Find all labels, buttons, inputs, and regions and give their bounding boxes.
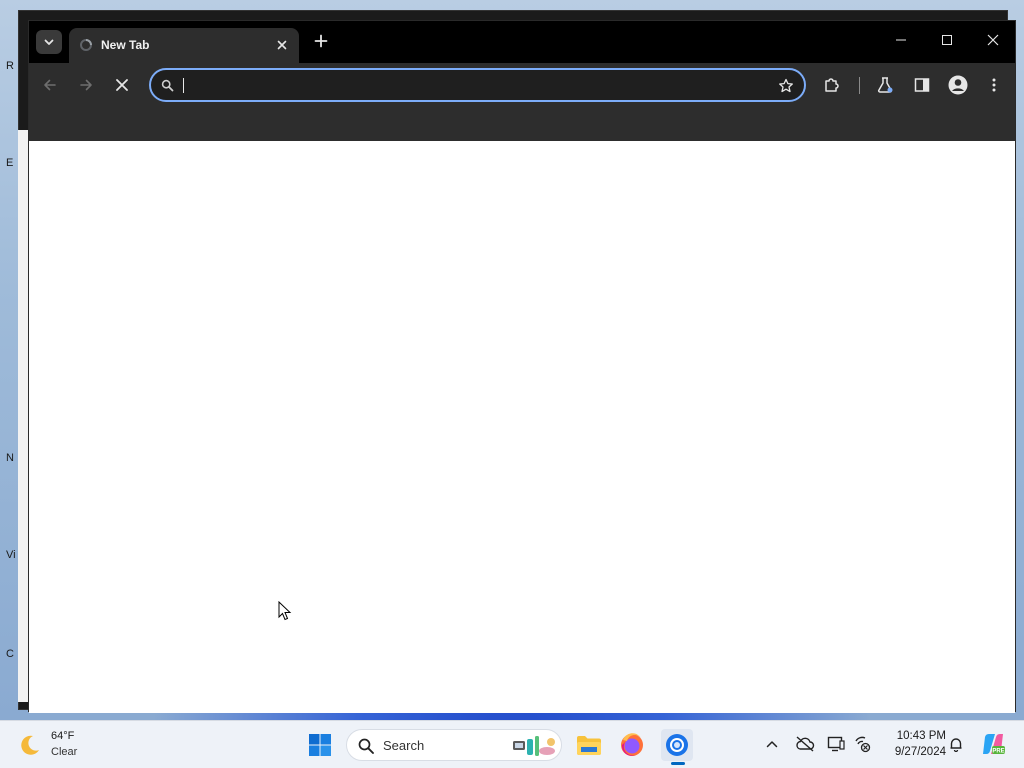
chevron-up-icon bbox=[766, 741, 778, 748]
menu-button[interactable] bbox=[982, 73, 1006, 97]
copilot-button[interactable]: PRE bbox=[980, 731, 1006, 757]
clock-date: 9/27/2024 bbox=[894, 746, 946, 758]
onedrive-offline-button[interactable] bbox=[795, 734, 815, 754]
avatar-icon bbox=[948, 75, 968, 95]
folder-icon bbox=[577, 736, 601, 755]
stop-loading-button[interactable] bbox=[110, 73, 134, 97]
flask-icon bbox=[877, 77, 893, 93]
cloud-off-icon bbox=[796, 736, 815, 752]
firefox-icon bbox=[621, 733, 643, 756]
browser-window: New Tab bbox=[28, 20, 1016, 713]
active-app-indicator bbox=[671, 762, 685, 765]
profile-button[interactable] bbox=[946, 73, 970, 97]
background-window-content bbox=[18, 130, 28, 702]
page-content[interactable] bbox=[29, 141, 1015, 713]
arrow-left-icon bbox=[44, 79, 56, 91]
desktop-icon-label[interactable]: Vi bbox=[6, 549, 16, 561]
network-tray-button[interactable] bbox=[852, 734, 872, 754]
close-icon bbox=[116, 79, 128, 91]
search-icon bbox=[160, 78, 174, 92]
taskbar-search-label: Search bbox=[383, 738, 425, 753]
windows-logo-icon bbox=[309, 734, 331, 756]
close-icon bbox=[987, 34, 999, 46]
tab-search-button[interactable] bbox=[36, 30, 62, 54]
search-highlight-illustration-icon bbox=[513, 736, 555, 756]
puzzle-piece-icon bbox=[825, 78, 839, 92]
more-vert-icon bbox=[992, 78, 996, 92]
copilot-icon: PRE bbox=[983, 733, 1005, 754]
labs-button[interactable] bbox=[873, 73, 897, 97]
monitor-icon bbox=[827, 736, 845, 752]
chevron-down-icon bbox=[44, 39, 54, 45]
crescent-moon-icon bbox=[21, 735, 39, 755]
svg-text:PRE: PRE bbox=[992, 748, 1004, 754]
back-button[interactable] bbox=[38, 73, 62, 97]
browser-toolbar bbox=[29, 63, 1015, 107]
extensions-button[interactable] bbox=[820, 73, 844, 97]
tab-title: New Tab bbox=[101, 38, 150, 52]
taskbar-search-box[interactable]: Search bbox=[346, 729, 562, 761]
plus-icon bbox=[314, 34, 328, 48]
taskbar: 64°F Clear Search 10:43 PM 9/27/2024 PRE bbox=[0, 720, 1024, 768]
system-clock[interactable]: 10:43 PM 9/27/2024 bbox=[880, 728, 946, 760]
bookmark-star-icon[interactable] bbox=[776, 76, 796, 96]
toolbar-separator bbox=[859, 77, 860, 94]
close-window-button[interactable] bbox=[978, 27, 1008, 53]
address-bar[interactable] bbox=[149, 68, 806, 102]
minimize-button[interactable] bbox=[886, 27, 916, 53]
network-disconnected-icon bbox=[855, 736, 871, 753]
taskbar-app-firefox[interactable] bbox=[616, 729, 648, 761]
chrome-icon bbox=[666, 734, 688, 756]
desktop-icon-label[interactable]: R bbox=[6, 60, 14, 72]
taskbar-app-file-explorer[interactable] bbox=[573, 729, 605, 761]
forward-button[interactable] bbox=[74, 73, 98, 97]
title-bar: New Tab bbox=[29, 21, 1015, 63]
clock-time: 10:43 PM bbox=[896, 730, 946, 742]
tab-new-tab[interactable]: New Tab bbox=[69, 28, 299, 63]
search-icon bbox=[358, 738, 374, 754]
address-input[interactable] bbox=[183, 74, 763, 96]
bell-icon bbox=[950, 738, 962, 752]
taskbar-app-chrome[interactable] bbox=[661, 729, 693, 761]
weather-widget[interactable]: 64°F Clear bbox=[16, 729, 116, 763]
maximize-button[interactable] bbox=[932, 27, 962, 53]
tab-close-icon[interactable] bbox=[273, 36, 291, 54]
start-button[interactable] bbox=[306, 731, 334, 759]
mouse-cursor-icon bbox=[278, 601, 292, 621]
desktop-icon-label[interactable]: N bbox=[6, 452, 14, 464]
side-panel-icon bbox=[914, 78, 930, 92]
desktop-icon-label[interactable]: E bbox=[6, 157, 13, 169]
weather-condition: Clear bbox=[51, 746, 78, 758]
text-caret bbox=[183, 78, 184, 93]
side-panel-button[interactable] bbox=[910, 73, 934, 97]
loading-spinner-icon bbox=[79, 38, 93, 52]
bookmarks-bar bbox=[29, 107, 1015, 141]
display-tray-button[interactable] bbox=[826, 734, 846, 754]
minimize-icon bbox=[896, 39, 906, 41]
notifications-button[interactable] bbox=[946, 734, 966, 754]
show-hidden-icons-button[interactable] bbox=[762, 734, 782, 754]
desktop-icon-label[interactable]: C bbox=[6, 648, 14, 660]
new-tab-button[interactable] bbox=[310, 30, 332, 52]
arrow-right-icon bbox=[80, 79, 92, 91]
maximize-icon bbox=[942, 35, 952, 45]
weather-temperature: 64°F bbox=[51, 730, 75, 742]
